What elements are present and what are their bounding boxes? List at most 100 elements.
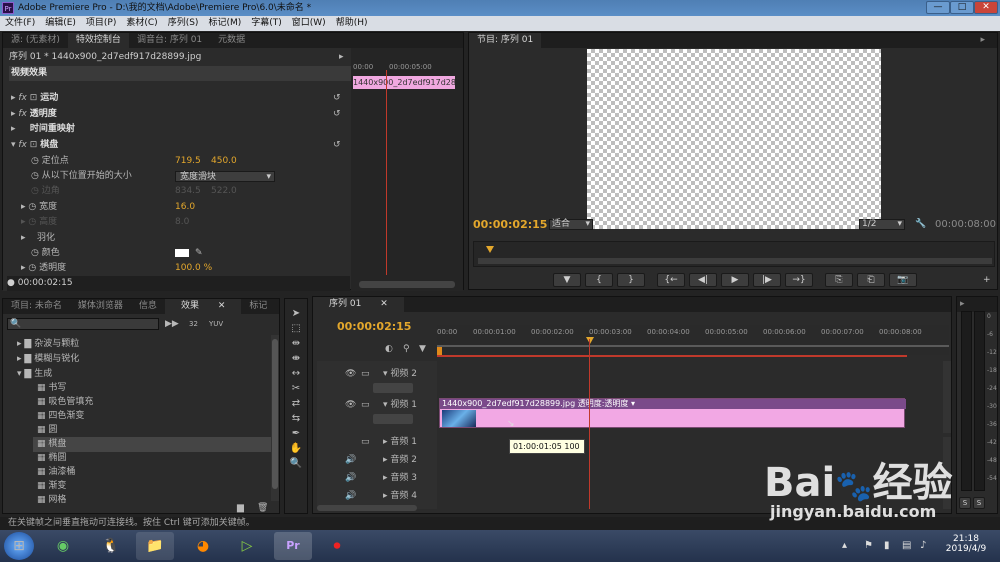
- selection-tool-icon[interactable]: ➤: [287, 306, 305, 321]
- tab-audio-mixer[interactable]: 调音台: 序列 01: [129, 33, 210, 48]
- tab-metadata[interactable]: 元数据: [210, 33, 253, 48]
- tab-project[interactable]: 项目: 未命名: [3, 299, 70, 314]
- effect-ramp[interactable]: ▦ 渐变: [37, 479, 66, 494]
- pen-tool-icon[interactable]: ✒: [287, 426, 305, 441]
- ripple-edit-tool-icon[interactable]: ⇹: [287, 336, 305, 351]
- add-marker-button[interactable]: ▼: [553, 273, 581, 287]
- effect-ellipse[interactable]: ▦ 椭圆: [37, 451, 66, 466]
- 32bit-effects-icon[interactable]: 32: [189, 317, 198, 332]
- menu-title[interactable]: 字幕(T): [246, 16, 287, 31]
- tab-effect-controls[interactable]: 特效控制台: [67, 33, 129, 48]
- tab-info[interactable]: 信息: [131, 299, 165, 314]
- folder-blur-sharpen[interactable]: ▸ ▇ 模糊与锐化: [17, 352, 79, 367]
- tray-network-icon[interactable]: ▤: [902, 540, 911, 551]
- export-frame-button[interactable]: 📷: [889, 273, 917, 287]
- program-scrub-bar[interactable]: [473, 241, 995, 267]
- effect-paint-bucket[interactable]: ▦ 油漆桶: [37, 465, 75, 480]
- opacity-value[interactable]: 100.0 %: [175, 261, 212, 276]
- sync-lock-icon[interactable]: ▭: [361, 398, 370, 413]
- reset-icon[interactable]: ↺: [333, 107, 341, 122]
- program-timecode[interactable]: 00:00:02:15: [473, 217, 547, 232]
- expand-arrow-icon[interactable]: ▸: [339, 50, 344, 65]
- mini-playhead[interactable]: [386, 70, 387, 275]
- solo-left-button[interactable]: S: [959, 497, 971, 509]
- reset-icon[interactable]: ↺: [333, 138, 341, 153]
- menu-help[interactable]: 帮助(H): [331, 16, 373, 31]
- playhead-line[interactable]: [589, 339, 590, 509]
- yuv-effects-icon[interactable]: YUV: [209, 317, 223, 332]
- razor-tool-icon[interactable]: ✂: [287, 381, 305, 396]
- folder-generate[interactable]: ▾ ▇ 生成: [17, 367, 52, 382]
- taskbar-premiere-icon[interactable]: Pr: [274, 532, 312, 560]
- menu-edit[interactable]: 编辑(E): [40, 16, 81, 31]
- step-back-button[interactable]: ◀|: [689, 273, 717, 287]
- mark-out-button[interactable]: }: [617, 273, 645, 287]
- close-button[interactable]: ✕: [974, 1, 998, 14]
- rate-stretch-tool-icon[interactable]: ↔: [287, 366, 305, 381]
- step-forward-button[interactable]: |▶: [753, 273, 781, 287]
- tray-clock[interactable]: 21:18 2019/4/9: [944, 534, 988, 554]
- keyframe-control[interactable]: [373, 414, 413, 424]
- folder-noise-grain[interactable]: ▸ ▇ 杂波与颗粒: [17, 337, 79, 352]
- start-button[interactable]: ⊞: [4, 532, 34, 560]
- effect-grid[interactable]: ▦ 网格: [37, 493, 66, 503]
- anchor-x-value[interactable]: 719.5: [175, 154, 201, 169]
- taskbar-record-icon[interactable]: ⏺: [318, 532, 356, 560]
- track-audio-2[interactable]: ▸ 音频 2: [383, 453, 417, 468]
- reset-icon[interactable]: ↺: [333, 91, 341, 106]
- menu-marker[interactable]: 标记(M): [203, 16, 246, 31]
- fit-dropdown[interactable]: 适合 ▾: [549, 219, 593, 230]
- effect-circle[interactable]: ▦ 圆: [37, 423, 57, 438]
- track-video-2[interactable]: ▾ 视频 2: [383, 367, 417, 382]
- taskbar-360-icon[interactable]: ◉: [44, 532, 82, 560]
- speaker-icon[interactable]: 🔊: [345, 489, 356, 504]
- solo-right-button[interactable]: S: [973, 497, 985, 509]
- track-select-tool-icon[interactable]: ⬚: [287, 321, 305, 336]
- taskbar-player-icon[interactable]: ▷: [228, 532, 266, 560]
- sequence-timecode[interactable]: 00:00:02:15: [337, 319, 411, 334]
- work-area-bar[interactable]: [437, 355, 907, 357]
- resolution-dropdown[interactable]: 1/2 ▾: [859, 219, 905, 230]
- zoom-tool-icon[interactable]: 🔍: [287, 456, 305, 471]
- minimize-button[interactable]: —: [926, 1, 950, 14]
- track-audio-3[interactable]: ▸ 音频 3: [383, 471, 417, 486]
- effect-checkerboard-item[interactable]: ▦ 棋盘: [33, 437, 273, 452]
- menu-file[interactable]: 文件(F): [0, 16, 40, 31]
- video-tracks-scrollbar[interactable]: [943, 361, 951, 433]
- menu-sequence[interactable]: 序列(S): [163, 16, 204, 31]
- tray-flag-icon[interactable]: ⚑: [864, 540, 873, 551]
- extract-button[interactable]: ⎗: [857, 273, 885, 287]
- eyedropper-icon[interactable]: ✎: [195, 246, 203, 261]
- playhead-icon[interactable]: [586, 337, 594, 344]
- width-value[interactable]: 16.0: [175, 200, 195, 215]
- taskbar-qq-icon[interactable]: 🐧: [92, 532, 130, 560]
- rolling-edit-tool-icon[interactable]: ⇼: [287, 351, 305, 366]
- track-audio-4[interactable]: ▸ 音频 4: [383, 489, 417, 504]
- tab-program[interactable]: 节目: 序列 01: [469, 33, 542, 48]
- snap-icon[interactable]: ◐: [385, 342, 393, 357]
- program-zoom-bar[interactable]: [478, 258, 992, 264]
- taskbar-explorer-icon[interactable]: 📁: [136, 532, 174, 560]
- effect-write-on[interactable]: ▦ 书写: [37, 381, 66, 396]
- mini-scrollbar[interactable]: [359, 281, 455, 288]
- wrench-icon[interactable]: 🔧: [915, 217, 926, 232]
- eye-icon[interactable]: 👁: [345, 367, 356, 382]
- effect-motion[interactable]: ▸ fx ⊡ 运动: [11, 91, 58, 106]
- sync-lock-icon[interactable]: ▭: [361, 435, 370, 450]
- eye-icon[interactable]: 👁: [345, 398, 356, 413]
- program-playhead-icon[interactable]: [486, 246, 494, 253]
- color-swatch[interactable]: [175, 249, 189, 257]
- mini-clip-bar[interactable]: 1440x900_2d7edf917d28899: [353, 76, 455, 89]
- tray-battery-icon[interactable]: ▮: [884, 540, 890, 551]
- add-button-icon[interactable]: +: [983, 273, 991, 288]
- go-to-out-button[interactable]: →}: [785, 273, 813, 287]
- effects-scrollbar[interactable]: [271, 335, 279, 501]
- set-marker-icon[interactable]: ⚲: [403, 342, 410, 357]
- sync-lock-icon[interactable]: ▭: [361, 367, 370, 382]
- tab-sequence[interactable]: 序列 01 ✕: [313, 297, 404, 312]
- lift-button[interactable]: ⎘: [825, 273, 853, 287]
- menu-project[interactable]: 项目(P): [81, 16, 121, 31]
- tray-volume-icon[interactable]: ♪: [920, 540, 926, 551]
- trash-icon[interactable]: 🗑: [257, 501, 268, 516]
- meter-menu-icon[interactable]: ▸: [957, 297, 968, 312]
